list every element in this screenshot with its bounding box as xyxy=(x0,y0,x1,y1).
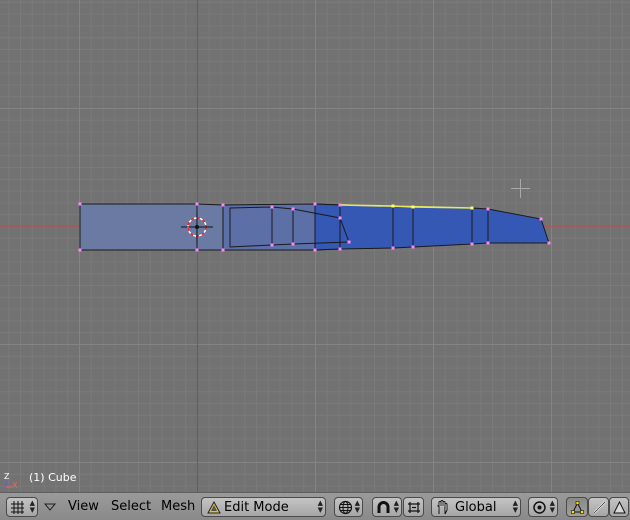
snap-mode-button[interactable] xyxy=(403,497,424,517)
mesh-vertex[interactable] xyxy=(347,240,351,244)
vertex-select-icon xyxy=(571,501,584,514)
mesh-vertex[interactable] xyxy=(221,248,225,252)
mesh-vertex[interactable] xyxy=(486,207,490,211)
mesh-vertex[interactable] xyxy=(78,202,82,206)
menu-mesh[interactable]: Mesh xyxy=(159,497,197,517)
draw-type-button[interactable]: ▲ ▼ xyxy=(334,497,363,517)
orientation-dropdown[interactable]: Global ▲ ▼ xyxy=(431,497,521,517)
mesh-vertex[interactable] xyxy=(338,216,342,220)
magnet-icon xyxy=(377,501,390,513)
mesh-vertex[interactable] xyxy=(291,242,295,246)
face-select-mode-button[interactable] xyxy=(609,497,629,517)
edge-select-mode-button[interactable] xyxy=(588,497,609,517)
spinner-arrows-icon: ▲ ▼ xyxy=(317,499,323,514)
mesh-vertex[interactable] xyxy=(486,241,490,245)
mesh-vertex[interactable] xyxy=(547,241,551,245)
pivot-point-button[interactable]: ▲ ▼ xyxy=(528,497,558,517)
mesh-vertex[interactable] xyxy=(291,207,295,211)
mesh-vertex[interactable] xyxy=(470,242,474,246)
viewport-canvas[interactable] xyxy=(0,0,630,492)
mesh-vertex[interactable] xyxy=(195,202,199,206)
spinner-arrows-icon: ▲ ▼ xyxy=(549,499,555,514)
triangle-down-icon[interactable] xyxy=(44,503,56,511)
mesh-vertex[interactable] xyxy=(221,203,225,207)
hand-icon xyxy=(437,500,448,515)
menu-select[interactable]: Select xyxy=(109,497,153,517)
snap-toggle-button[interactable]: ▲ ▼ xyxy=(372,497,402,517)
mesh-vertex[interactable] xyxy=(78,248,82,252)
globe-icon xyxy=(338,500,353,515)
mesh-vertex[interactable] xyxy=(195,248,199,252)
viewport-header: ▲ ▼ View Select Mesh Edit Mode ▲ ▼ ▲ ▼ ▲ ▼ xyxy=(0,492,630,520)
menu-view[interactable]: View xyxy=(66,497,101,517)
mesh-vertex[interactable] xyxy=(391,204,395,208)
mesh-vertex[interactable] xyxy=(338,247,342,251)
axis-gizmo-icon: Z X xyxy=(4,472,18,489)
3d-viewport[interactable]: Z X (1) Cube xyxy=(0,0,630,492)
mesh-vertex[interactable] xyxy=(338,203,342,207)
svg-text:Z: Z xyxy=(4,472,10,481)
spinner-arrows-icon: ▲ ▼ xyxy=(29,499,35,514)
mesh-vertex[interactable] xyxy=(313,248,317,252)
mesh-vertex[interactable] xyxy=(391,246,395,250)
snap-element-icon xyxy=(408,502,420,513)
vertex-select-mode-button[interactable] xyxy=(566,497,588,517)
svg-text:X: X xyxy=(12,481,18,489)
orientation-label: Global xyxy=(455,500,497,515)
mesh-vertex[interactable] xyxy=(411,205,415,209)
active-object-label: (1) Cube xyxy=(29,471,77,484)
spinner-arrows-icon: ▲ ▼ xyxy=(393,499,399,514)
mesh-vertex[interactable] xyxy=(270,243,274,247)
spinner-arrows-icon: ▲ ▼ xyxy=(354,499,360,514)
spinner-arrows-icon: ▲ ▼ xyxy=(512,499,518,514)
window-type-button[interactable]: ▲ ▼ xyxy=(6,497,38,517)
mesh-vertex[interactable] xyxy=(539,217,543,221)
mode-dropdown[interactable]: Edit Mode ▲ ▼ xyxy=(201,497,326,517)
mesh-vertex[interactable] xyxy=(411,245,415,249)
face-select-icon xyxy=(613,500,626,514)
edge-select-icon xyxy=(593,501,606,514)
grid-icon xyxy=(11,501,24,514)
mode-label: Edit Mode xyxy=(224,500,289,515)
mesh-vertex[interactable] xyxy=(470,206,474,210)
mode-triangle-icon xyxy=(207,501,221,514)
pivot-icon xyxy=(533,501,546,514)
mesh-vertex[interactable] xyxy=(313,202,317,206)
mesh-vertex[interactable] xyxy=(270,205,274,209)
